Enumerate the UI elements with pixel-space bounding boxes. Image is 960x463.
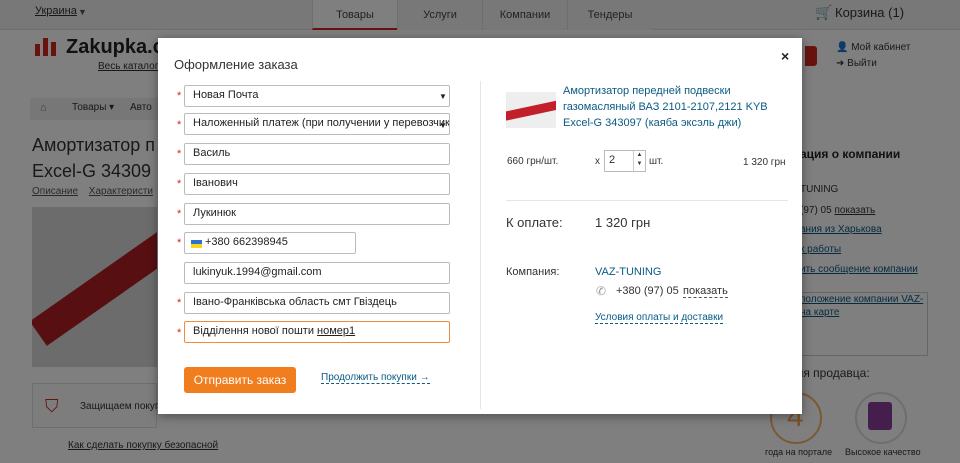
- required-mark: *: [177, 208, 182, 220]
- close-icon[interactable]: ×: [781, 48, 789, 64]
- show-phone-link[interactable]: показать: [683, 285, 728, 298]
- required-mark: *: [177, 237, 182, 249]
- phone-icon: ✆: [596, 284, 607, 298]
- product-thumbnail[interactable]: [506, 92, 556, 128]
- ukraine-flag-icon: [191, 240, 202, 248]
- first-name-input[interactable]: Василь: [184, 143, 450, 165]
- payment-select[interactable]: Наложенный платеж (при получении у перев…: [184, 113, 450, 135]
- last-name-input[interactable]: Лукинюк: [184, 203, 450, 225]
- required-mark: *: [177, 178, 182, 190]
- line-total: 1 320 грн: [743, 157, 786, 168]
- required-mark: *: [177, 148, 182, 160]
- modal-title: Оформление заказа: [174, 57, 298, 72]
- times-sign: x: [595, 156, 600, 167]
- company-label: Компания:: [506, 266, 560, 278]
- order-modal: Оформление заказа × * Новая Почта ▼ * На…: [158, 38, 802, 414]
- company-name-link[interactable]: VAZ-TUNING: [595, 266, 661, 278]
- middle-name-input[interactable]: Іванович: [184, 173, 450, 195]
- unit-price: 660 грн/шт.: [507, 156, 559, 167]
- pay-value: 1 320 грн: [595, 215, 651, 230]
- pay-label: К оплате:: [506, 215, 563, 230]
- required-mark: *: [177, 297, 182, 309]
- terms-link[interactable]: Условия оплаты и доставки: [595, 312, 724, 324]
- address-input[interactable]: Відділення нової пошти номер1: [184, 321, 450, 343]
- required-mark: *: [177, 90, 182, 102]
- submit-order-button[interactable]: Отправить заказ: [184, 367, 296, 393]
- quantity-unit: шт.: [649, 156, 664, 167]
- spinner-arrows-icon[interactable]: ▲ ▼: [633, 151, 645, 171]
- email-input[interactable]: lukinyuk.1994@gmail.com: [184, 262, 450, 284]
- chevron-down-icon[interactable]: ▼: [439, 92, 447, 101]
- modal-divider: [480, 81, 481, 409]
- chevron-down-icon[interactable]: ▼: [439, 121, 447, 130]
- continue-shopping-link[interactable]: Продолжить покупки →: [321, 372, 430, 384]
- required-mark: *: [177, 327, 182, 339]
- phone-input[interactable]: +380 662398945: [184, 232, 356, 254]
- product-name-link[interactable]: Амортизатор передней подвески газомаслян…: [563, 83, 793, 131]
- delivery-select[interactable]: Новая Почта: [184, 85, 450, 107]
- company-phone: +380 (97) 05: [616, 285, 679, 297]
- summary-divider: [506, 200, 788, 201]
- city-input[interactable]: Івано-Франківська область смт Гвіздець: [184, 292, 450, 314]
- required-mark: *: [177, 119, 182, 131]
